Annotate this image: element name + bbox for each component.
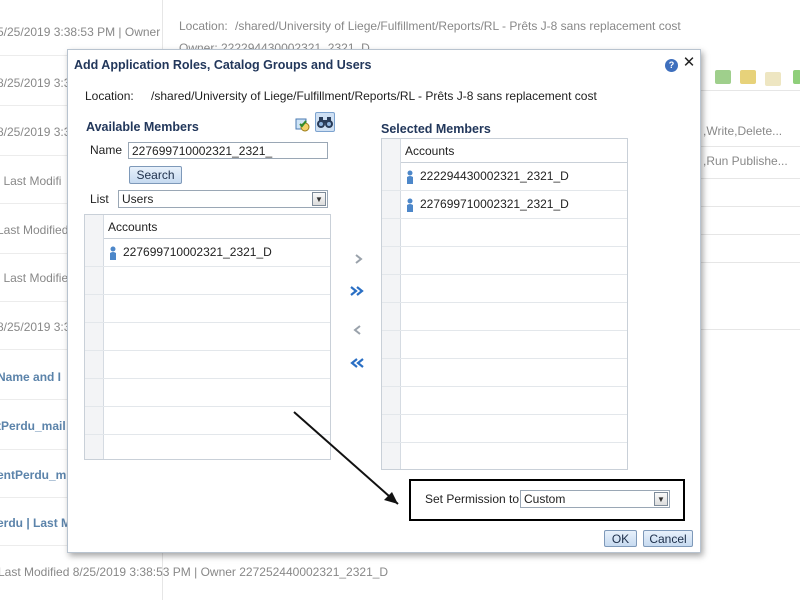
move-all-left-button[interactable] [348, 356, 366, 374]
table-row [85, 323, 330, 351]
double-chevron-left-icon [350, 358, 364, 368]
list-item-meta: 5/25/2019 3:38:53 PM | Owner 2222 [0, 25, 191, 39]
permission-value: Custom [524, 492, 566, 506]
name-label: Name [90, 143, 123, 157]
status-text: Last Modified 8/25/2019 3:38:53 PM | Own… [0, 565, 389, 579]
column-header-accounts: Accounts [104, 215, 330, 239]
help-icon[interactable]: ? [665, 59, 678, 72]
account-name: 227699710002321_2321_D [420, 197, 569, 211]
table-row[interactable]: 227699710002321_2321_D [85, 239, 330, 267]
cancel-button[interactable]: Cancel [643, 530, 693, 547]
table-row [85, 351, 330, 379]
location-label: Location: [179, 19, 228, 33]
list-type-select[interactable]: Users ▼ [118, 190, 328, 208]
list-label: List [90, 192, 109, 206]
account-cell: 227699710002321_2321_D [406, 197, 569, 212]
binoculars-icon[interactable] [315, 112, 335, 132]
annotation-arrow [293, 411, 399, 505]
move-right-button[interactable] [349, 252, 367, 270]
table-row [382, 359, 627, 387]
table-row [382, 247, 627, 275]
table-row [382, 303, 627, 331]
user-icon [407, 170, 413, 184]
table-row [382, 275, 627, 303]
list-type-value: Users [122, 192, 154, 206]
search-options-icon[interactable] [292, 114, 312, 134]
permission-select[interactable]: Custom ▼ [520, 490, 670, 508]
search-button[interactable]: Search [129, 166, 182, 184]
permission-cell: ,Write,Delete... [703, 124, 783, 138]
account-cell: 222294430002321_2321_D [406, 169, 569, 184]
user-icon [110, 246, 116, 260]
account-name: 227699710002321_2321_D [123, 245, 272, 259]
table-row [382, 415, 627, 443]
name-search-input[interactable] [128, 142, 328, 159]
available-members-title: Available Members [86, 120, 199, 134]
move-left-button[interactable] [349, 323, 367, 341]
add-icon [793, 70, 800, 84]
list-item-link[interactable]: tPerdu_mail [0, 419, 66, 433]
chevron-down-icon: ▼ [654, 492, 668, 506]
table-row [382, 331, 627, 359]
remove-icon [765, 72, 781, 86]
table-row [85, 267, 330, 295]
table-row[interactable]: 227699710002321_2321_D [382, 191, 627, 219]
column-header-accounts: Accounts [401, 139, 627, 163]
table-row [85, 295, 330, 323]
edit-icon [740, 70, 756, 84]
chevron-right-icon [355, 254, 363, 264]
list-item-link[interactable]: Name and I [0, 370, 61, 384]
location-path: /shared/University of Liege/Fulfillment/… [151, 89, 597, 103]
background-status-row: Last Modified 8/25/2019 3:38:53 PM | Own… [0, 560, 800, 584]
account-name: 222294430002321_2321_D [420, 169, 569, 183]
add-members-dialog: Add Application Roles, Catalog Groups an… [67, 49, 701, 553]
set-permission-label: Set Permission to [425, 492, 520, 506]
account-cell: 227699710002321_2321_D [109, 245, 272, 260]
table-row[interactable]: 222294430002321_2321_D [382, 163, 627, 191]
user-icon [407, 198, 413, 212]
list-item-meta: | Last Modifie [0, 271, 69, 285]
table-row [382, 387, 627, 415]
table-row [85, 379, 330, 407]
set-permission-box: Set Permission to Custom ▼ [409, 479, 685, 521]
location-label: Location: [85, 89, 134, 103]
permission-cell: ,Run Publishe... [703, 154, 788, 168]
list-item-meta: | Last Modifi [0, 174, 62, 188]
double-chevron-right-icon [350, 286, 364, 296]
move-all-right-button[interactable] [348, 284, 366, 302]
list-item-link[interactable]: entPerdu_m [0, 468, 66, 482]
table-row [382, 219, 627, 247]
add-users-icon [715, 70, 731, 84]
chevron-down-icon: ▼ [312, 192, 326, 206]
location-value: /shared/University of Liege/Fulfillment/… [235, 19, 681, 33]
chevron-left-icon [353, 325, 361, 335]
selected-members-table: Accounts 222294430002321_2321_D 22769971… [381, 138, 628, 470]
dialog-title: Add Application Roles, Catalog Groups an… [74, 58, 372, 72]
ok-button[interactable]: OK [604, 530, 637, 547]
close-icon[interactable]: ✕ [682, 55, 696, 71]
list-item-meta: 8/25/2019 3:3 [0, 320, 71, 334]
location-row: Location: /shared/University of Liege/Fu… [85, 89, 597, 103]
selected-members-title: Selected Members [381, 122, 491, 136]
